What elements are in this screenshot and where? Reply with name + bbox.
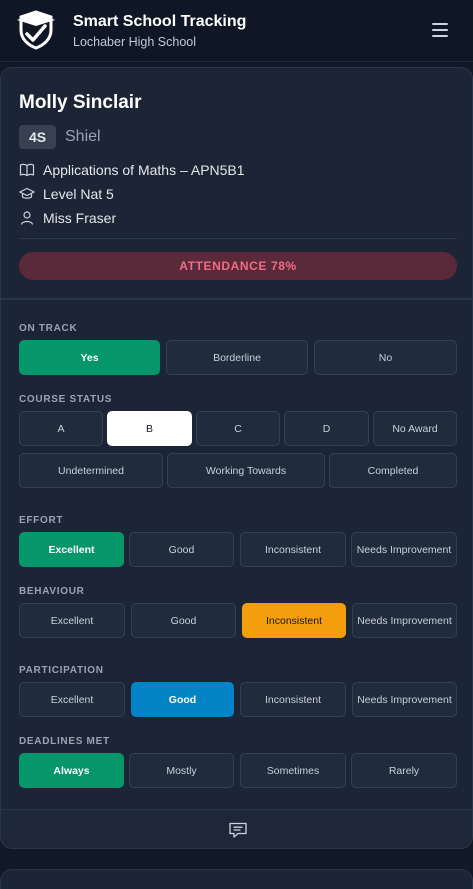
shield-logo-icon (17, 10, 55, 50)
behaviour-option-excellent[interactable]: Excellent (19, 603, 125, 638)
on-track-option-no[interactable]: No (314, 340, 457, 375)
teacher-name: Miss Fraser (43, 210, 117, 226)
effort-option-needs-improvement[interactable]: Needs Improvement (351, 532, 457, 567)
on-track-option-yes[interactable]: Yes (19, 340, 160, 375)
behaviour-option-needs-improvement[interactable]: Needs Improvement (352, 603, 457, 638)
level-text: Level Nat 5 (43, 186, 114, 202)
app-header: Smart School Tracking Lochaber High Scho… (0, 0, 473, 62)
behaviour-option-good[interactable]: Good (131, 603, 236, 638)
course-status-option-a[interactable]: A (19, 411, 103, 446)
teacher-row: Miss Fraser (19, 208, 116, 228)
course-status-label: COURSE STATUS (19, 394, 113, 405)
graduation-cap-icon (19, 187, 35, 199)
behaviour-label: BEHAVIOUR (19, 586, 85, 597)
effort-option-inconsistent[interactable]: Inconsistent (240, 532, 346, 567)
course-status-option-c[interactable]: C (196, 411, 280, 446)
deadlines-option-rarely[interactable]: Rarely (351, 753, 457, 788)
on-track-option-borderline[interactable]: Borderline (166, 340, 308, 375)
comment-icon[interactable] (228, 821, 248, 839)
hamburger-menu-icon[interactable] (429, 20, 453, 40)
deadlines-option-sometimes[interactable]: Sometimes (240, 753, 346, 788)
house-name: Shiel (65, 128, 101, 145)
course-status-option-working-towards[interactable]: Working Towards (167, 453, 325, 488)
course-status-option-undetermined[interactable]: Undetermined (19, 453, 163, 488)
divider (19, 238, 457, 239)
on-track-label: ON TRACK (19, 323, 78, 334)
effort-label: EFFORT (19, 515, 64, 526)
deadlines-option-always[interactable]: Always (19, 753, 124, 788)
person-icon (20, 211, 34, 225)
next-student-card (0, 869, 473, 889)
behaviour-option-inconsistent[interactable]: Inconsistent (242, 603, 346, 638)
participation-label: PARTICIPATION (19, 665, 104, 676)
participation-option-good[interactable]: Good (131, 682, 234, 717)
effort-option-excellent[interactable]: Excellent (19, 532, 124, 567)
participation-option-excellent[interactable]: Excellent (19, 682, 125, 717)
course-row: Applications of Maths – APN5B1 (19, 160, 245, 180)
attendance-badge: ATTENDANCE 78% (19, 252, 457, 280)
course-status-option-b[interactable]: B (107, 411, 192, 446)
deadlines-met-label: DEADLINES MET (19, 736, 110, 747)
participation-option-needs-improvement[interactable]: Needs Improvement (352, 682, 457, 717)
effort-option-good[interactable]: Good (129, 532, 234, 567)
course-status-option-d[interactable]: D (284, 411, 369, 446)
course-name: Applications of Maths – APN5B1 (43, 162, 245, 178)
app-title: Smart School Tracking (73, 13, 247, 30)
student-card: Molly Sinclair 4S Shiel Applications of … (0, 67, 473, 299)
comment-bar (0, 809, 473, 849)
course-status-option-no-award[interactable]: No Award (373, 411, 457, 446)
deadlines-option-mostly[interactable]: Mostly (129, 753, 234, 788)
level-row: Level Nat 5 (19, 184, 114, 204)
school-name: Lochaber High School (73, 35, 196, 49)
assessment-panel: ON TRACK Yes Borderline No COURSE STATUS… (0, 299, 473, 809)
student-name: Molly Sinclair (19, 92, 142, 113)
participation-option-inconsistent[interactable]: Inconsistent (240, 682, 346, 717)
book-icon (19, 163, 35, 177)
class-badge: 4S (19, 125, 56, 149)
course-status-option-completed[interactable]: Completed (329, 453, 457, 488)
